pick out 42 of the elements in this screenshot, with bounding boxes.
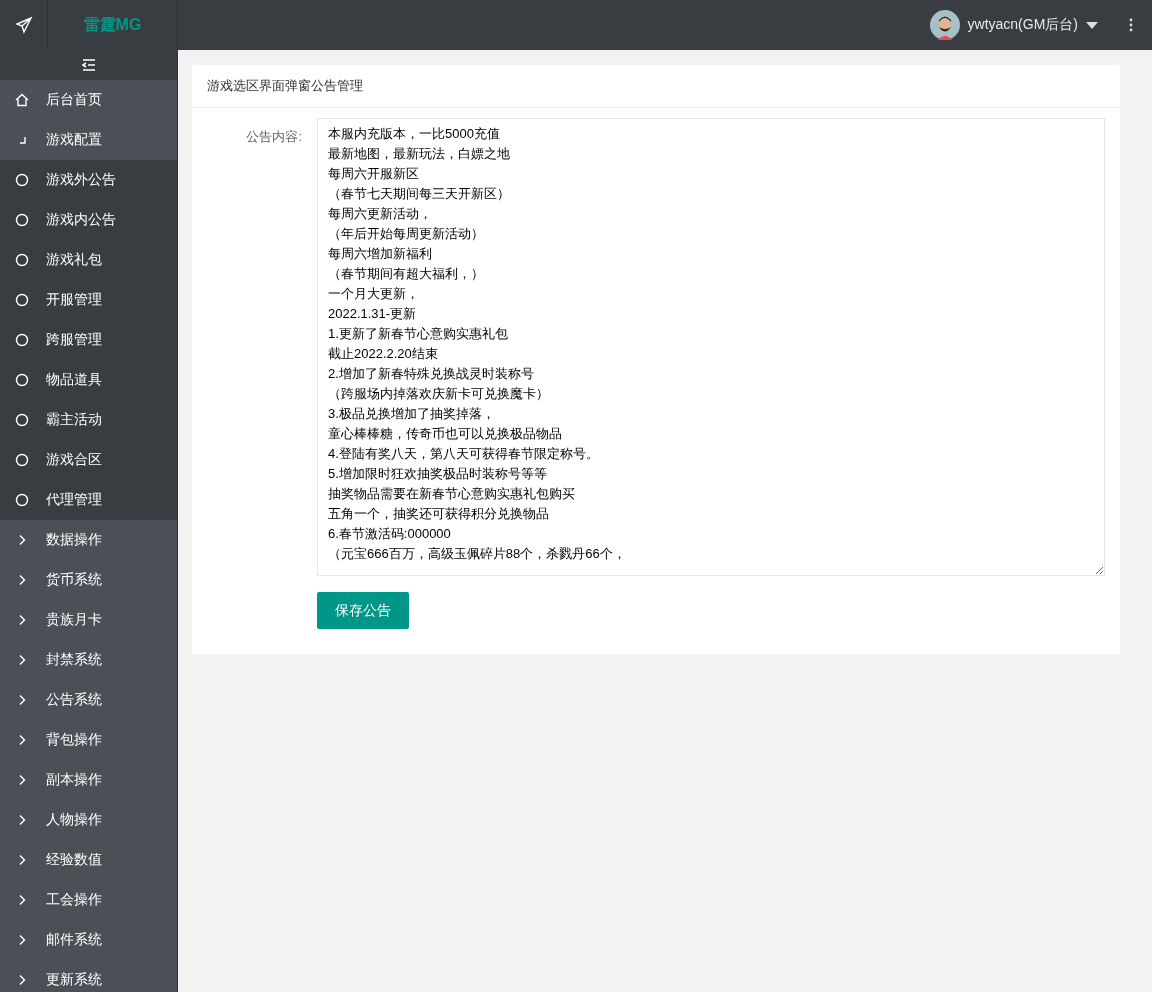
sidebar-item[interactable]: 公告系统: [0, 680, 177, 720]
sidebar-item[interactable]: 数据操作: [0, 520, 177, 560]
save-button[interactable]: 保存公告: [317, 592, 409, 629]
home-icon: [14, 92, 30, 108]
sidebar-item[interactable]: 更新系统: [0, 960, 177, 992]
field-label: 公告内容:: [245, 128, 303, 146]
circle-icon: [14, 492, 30, 508]
content-field[interactable]: 本服内充版本，一比5000充值 最新地图，最新玩法，白嫖之地 每周六开服新区 （春节七天期间每三天开新区） 每周六更新活动， （年后开始每周更新活动） 每周六增加新福利 （春节期间有超大福利，） 一个月大更新， 2022.1.31-更新 1.更新了新春节心意购实惠礼包 截止2022.2.20结束 2.增加了新春特殊兑换战灵时装称号 （跨服场内掉落欢庆新卡可兑换魔卡） 3.极品兑换增加了抽奖掉落， 童心棒棒糖，传奇币也可以兑换极品物品 4.登陆有奖八天，第八天可获得春节限定称号。 5.增加限时狂欢抽奖极品时装称号等等 抽奖物品需要在新春节心意购实惠礼包购买 五角一个，抽奖还可获得积分兑换物品 6.春节激活码:000000 （元宝666百万，高级玉佩碎片88个，杀戮丹66个，: [317, 118, 1105, 576]
sidebar-item[interactable]: 开服管理: [0, 280, 177, 320]
avatar-icon: [929, 10, 960, 40]
sidebar-item[interactable]: 游戏配置: [0, 120, 177, 160]
circle-icon: [14, 292, 30, 308]
sidebar-item[interactable]: 霸主活动: [0, 400, 177, 440]
sidebar-item[interactable]: 物品道具: [0, 360, 177, 400]
circle-icon: [14, 252, 30, 268]
circle-icon: [14, 452, 30, 468]
sidebar-item[interactable]: 工会操作: [0, 880, 177, 920]
user-menu[interactable]: ywtyacn(GM后台): [929, 10, 1098, 40]
sidebar-item[interactable]: 人物操作: [0, 800, 177, 840]
sidebar-item[interactable]: 封禁系统: [0, 640, 177, 680]
sidebar-item[interactable]: 游戏外公告: [0, 160, 177, 200]
sidebar-item[interactable]: 跨服管理: [0, 320, 177, 360]
sidebar-item[interactable]: 贵族月卡: [0, 600, 177, 640]
paper-plane-icon[interactable]: [14, 16, 33, 34]
sidebar-item[interactable]: 游戏合区: [0, 440, 177, 480]
circle-icon: [14, 372, 30, 388]
circle-icon: [14, 412, 30, 428]
sidebar-item[interactable]: 副本操作: [0, 760, 177, 800]
caret-down-icon: [1086, 21, 1098, 29]
sidebar-item[interactable]: 游戏礼包: [0, 240, 177, 280]
sidebar-item[interactable]: 背包操作: [0, 720, 177, 760]
card-title: 游戏选区界面弹窗公告管理: [192, 65, 1120, 108]
circle-icon: [14, 212, 30, 228]
sidebar-item[interactable]: 后台首页: [0, 80, 177, 120]
menu-toggle-icon[interactable]: [80, 58, 97, 72]
sidebar-item[interactable]: 邮件系统: [0, 920, 177, 960]
sidebar-item[interactable]: 经验数值: [0, 840, 177, 880]
circle-icon: [14, 332, 30, 348]
sidebar-item[interactable]: 游戏内公告: [0, 200, 177, 240]
sidebar-item[interactable]: 货币系统: [0, 560, 177, 600]
circle-icon: [14, 172, 30, 188]
sidebar-item[interactable]: 代理管理: [0, 480, 177, 520]
